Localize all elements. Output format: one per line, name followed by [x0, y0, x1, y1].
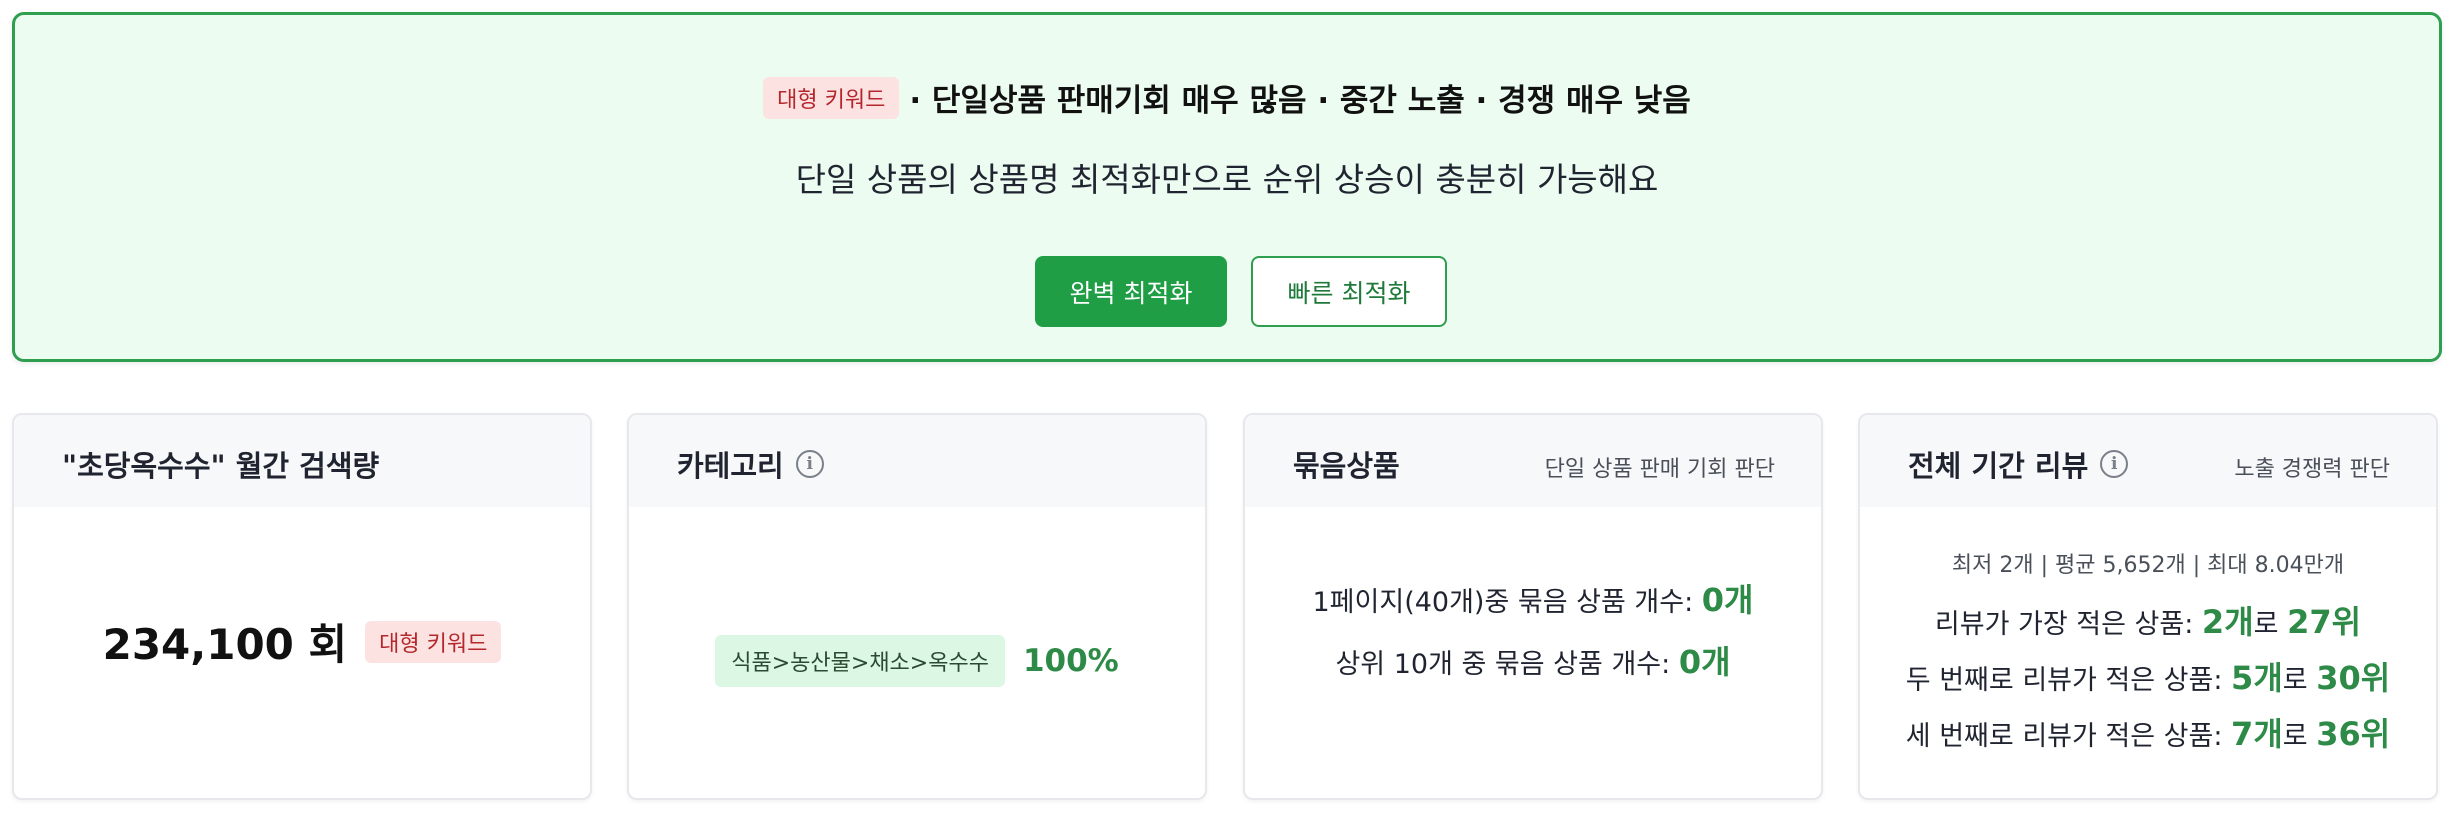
card-body: 최저 2개 | 평균 5,652개 | 최대 8.04만개 리뷰가 가장 적은 …: [1860, 507, 2436, 798]
perfect-optimize-button[interactable]: 완벽 최적화: [1035, 256, 1227, 327]
bundle-top10-count-line: 상위 10개 중 묶음 상품 개수: 0개: [1245, 637, 1821, 683]
review-row-count: 5개: [2231, 659, 2283, 697]
keyword-size-badge: 대형 키워드: [365, 620, 502, 663]
card-header: 전체 기간 리뷰 i 노출 경쟁력 판단: [1860, 415, 2436, 507]
search-volume-title: "초당옥수수" 월간 검색량: [62, 449, 380, 483]
search-volume-row: 234,100 회 대형 키워드: [14, 611, 590, 672]
category-title: 카테고리: [677, 449, 784, 483]
search-volume-count: 234,100 회: [102, 620, 348, 669]
review-row-rank: 27위: [2287, 603, 2362, 641]
category-card: 카테고리 i 식품>농산물>채소>옥수수 100%: [627, 413, 1207, 800]
bundle-products-card: 묶음상품 단일 상품 판매 기회 판단 1페이지(40개)중 묶음 상품 개수:…: [1243, 413, 1823, 800]
review-row-rank: 30위: [2316, 659, 2391, 697]
info-icon[interactable]: i: [795, 450, 824, 478]
bundle-top10-count-value: 0개: [1678, 643, 1731, 681]
card-title: 카테고리 i: [677, 443, 824, 485]
bundle-page-count-line: 1페이지(40개)중 묶음 상품 개수: 0개: [1245, 575, 1821, 621]
bundle-page-count-value: 0개: [1701, 581, 1754, 619]
review-row-label: 리뷰가 가장 적은 상품:: [1934, 609, 2202, 640]
review-summary: 최저 2개 | 평균 5,652개 | 최대 8.04만개: [1951, 553, 2345, 578]
card-header: 카테고리 i: [629, 415, 1205, 507]
banner-description: 단일 상품의 상품명 최적화만으로 순위 상승이 충분히 가능해요: [795, 160, 1659, 199]
keyword-summary-banner: 대형 키워드 · 단일상품 판매기회 매우 많음 · 중간 노출 · 경쟁 매우…: [12, 12, 2442, 362]
category-path-pill: 식품>농산물>채소>옥수수: [715, 635, 1005, 687]
bundle-subtitle: 단일 상품 판매 기회 판단: [1544, 457, 1775, 482]
review-row-count: 7개: [2231, 715, 2283, 753]
bundle-top10-count-label: 상위 10개 중 묶음 상품 개수:: [1335, 649, 1679, 680]
banner-headline: 대형 키워드 · 단일상품 판매기회 매우 많음 · 중간 노출 · 경쟁 매우…: [15, 75, 2439, 120]
banner-headline-text: · 단일상품 판매기회 매우 많음 · 중간 노출 · 경쟁 매우 낮음: [909, 83, 1691, 119]
review-row: 리뷰가 가장 적은 상품: 2개로 27위: [1860, 597, 2436, 643]
review-row: 세 번째로 리뷰가 적은 상품: 7개로 36위: [1860, 709, 2436, 755]
review-title: 전체 기간 리뷰: [1908, 449, 2089, 483]
review-row-mid: 로: [2282, 721, 2317, 752]
card-title: "초당옥수수" 월간 검색량: [62, 443, 379, 485]
search-volume-card: "초당옥수수" 월간 검색량 234,100 회 대형 키워드: [12, 413, 592, 800]
card-header: 묶음상품 단일 상품 판매 기회 판단: [1245, 415, 1821, 507]
review-row-rank: 36위: [2316, 715, 2391, 753]
card-body: 234,100 회 대형 키워드: [14, 507, 590, 798]
category-row: 식품>농산물>채소>옥수수 100%: [629, 635, 1205, 687]
keyword-size-badge: 대형 키워드: [763, 76, 900, 119]
card-title: 전체 기간 리뷰 i: [1908, 443, 2129, 485]
review-row-mid: 로: [2253, 609, 2288, 640]
card-body: 1페이지(40개)중 묶음 상품 개수: 0개 상위 10개 중 묶음 상품 개…: [1245, 507, 1821, 798]
review-row-label: 두 번째로 리뷰가 적은 상품:: [1905, 665, 2232, 696]
review-subtitle: 노출 경쟁력 판단: [2234, 457, 2390, 482]
category-percent: 100%: [1022, 643, 1119, 679]
info-icon[interactable]: i: [2100, 450, 2129, 478]
bundle-page-count-label: 1페이지(40개)중 묶음 상품 개수:: [1312, 587, 1702, 618]
review-row: 두 번째로 리뷰가 적은 상품: 5개로 30위: [1860, 653, 2436, 699]
bundle-title: 묶음상품: [1293, 449, 1400, 483]
card-title: 묶음상품: [1293, 443, 1400, 485]
review-row-count: 2개: [2201, 603, 2254, 641]
review-card: 전체 기간 리뷰 i 노출 경쟁력 판단 최저 2개 | 평균 5,652개 |…: [1858, 413, 2438, 800]
review-row-mid: 로: [2282, 665, 2317, 696]
quick-optimize-button[interactable]: 빠른 최적화: [1251, 256, 1447, 327]
card-header: "초당옥수수" 월간 검색량: [14, 415, 590, 507]
review-row-label: 세 번째로 리뷰가 적은 상품:: [1905, 721, 2232, 752]
card-body: 식품>농산물>채소>옥수수 100%: [629, 507, 1205, 798]
